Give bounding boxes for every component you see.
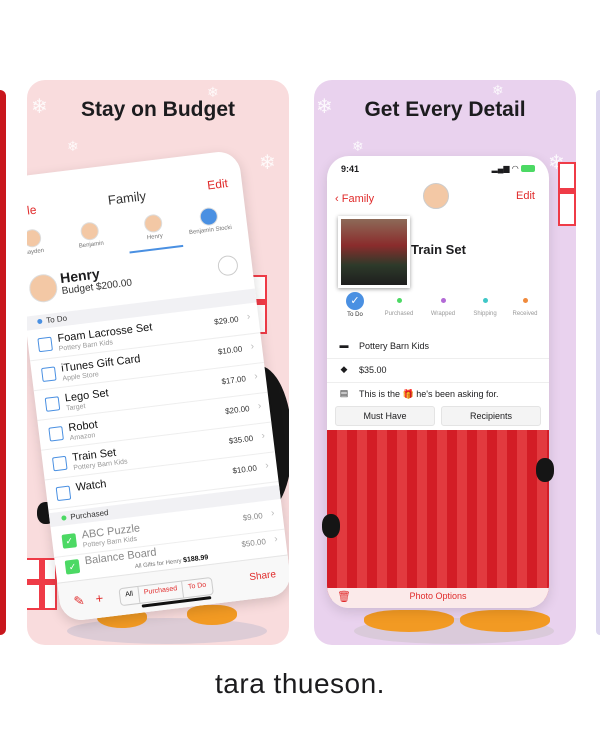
recipient-check-button[interactable]: [216, 254, 240, 277]
penguin-hand: [536, 458, 554, 482]
avatar: [423, 183, 449, 209]
signal-wifi-battery-icon: ▂▄▆ ◠: [492, 164, 535, 173]
checkbox[interactable]: [41, 366, 57, 383]
store-icon: ▬: [339, 340, 349, 350]
price-row[interactable]: ◆ $35.00: [327, 358, 549, 383]
snowflake-icon: ❄: [207, 84, 219, 100]
card-get-every-detail: Get Every Detail ❄ ❄ ❄ ❄ 9:41 ▂▄▆ ◠ ‹ Fa…: [314, 80, 576, 645]
previous-card-edge: [0, 90, 6, 635]
person-tab[interactable]: Hayden: [27, 226, 61, 258]
card-title: Get Every Detail: [364, 98, 526, 121]
action-buttons: Must Have Recipients: [335, 406, 541, 426]
checkmark-icon: ✓: [346, 292, 364, 310]
avatar: [79, 221, 100, 242]
edit-button[interactable]: Edit: [516, 190, 535, 202]
recipients-button[interactable]: Recipients: [441, 406, 541, 426]
snowflake-icon: ❄: [259, 152, 276, 174]
snowflake-icon: ❄: [67, 138, 79, 154]
add-icon[interactable]: +: [95, 590, 104, 606]
next-card-edge: [596, 90, 600, 635]
credit-text: tara thueson.: [215, 668, 385, 699]
phone-gift-list-screen: ople Family Edit Hayden Benjamin Henry B…: [27, 149, 289, 623]
checkbox[interactable]: [51, 455, 68, 472]
bottom-bar: 🗑 Photo Options: [327, 588, 549, 608]
person-tab-selected[interactable]: Henry: [125, 211, 182, 243]
avatar: [143, 213, 164, 234]
checkbox[interactable]: [55, 485, 72, 502]
snowflake-icon: ❄: [316, 96, 333, 118]
status-wrapped[interactable]: Wrapped: [421, 292, 465, 317]
status-todo[interactable]: ✓ To Do: [333, 292, 377, 318]
checkbox[interactable]: [37, 336, 53, 353]
store-row[interactable]: ▬ Pottery Barn Kids: [327, 334, 549, 359]
gift-box-icon: [558, 162, 576, 226]
snowflake-icon: ❄: [492, 82, 504, 98]
item-photo[interactable]: [338, 216, 410, 288]
card-stay-on-budget: Stay on Budget ❄ ❄ ❄ ❄ ❄ ✿ ople Family E…: [27, 80, 289, 645]
chevron-right-icon: ›: [253, 370, 259, 383]
chevron-right-icon: ›: [260, 430, 266, 442]
penguin-hand: [322, 514, 340, 538]
avatar: [198, 206, 219, 227]
status-selector: ✓ To Do Purchased Wrapped Shipping Receiv…: [327, 292, 549, 332]
gift-box-icon: [27, 558, 57, 610]
snowflake-icon: ❄: [31, 96, 48, 118]
photo-options-button[interactable]: Photo Options: [327, 591, 549, 601]
status-purchased[interactable]: Purchased: [377, 292, 421, 317]
edit-button[interactable]: Edit: [206, 176, 228, 192]
penguin-foot: [187, 605, 237, 625]
avatar: [27, 228, 43, 249]
note-icon: ▤: [339, 388, 349, 398]
segment-todo[interactable]: To Do: [182, 578, 212, 597]
must-have-button[interactable]: Must Have: [335, 406, 435, 426]
phone-item-detail-screen: 9:41 ▂▄▆ ◠ ‹ Family Edit Train Set ✓ To D…: [327, 156, 549, 608]
penguin-foot: [364, 610, 454, 632]
person-tab[interactable]: Benjamin Stocki: [181, 204, 238, 236]
note-row[interactable]: ▤ This is the 🎁 he's been asking for.: [327, 382, 549, 406]
checkbox[interactable]: [48, 425, 64, 442]
curtain-decoration: [327, 430, 549, 600]
share-button[interactable]: Share: [249, 569, 277, 583]
person-tab[interactable]: Benjamin: [62, 219, 119, 251]
item-name: Train Set: [411, 242, 466, 257]
tag-icon: ◆: [340, 364, 348, 374]
status-time: 9:41: [341, 164, 360, 174]
snowflake-icon: ❄: [352, 138, 364, 154]
chevron-right-icon: ›: [264, 460, 270, 472]
status-bar: 9:41 ▂▄▆ ◠: [341, 164, 535, 176]
checkbox[interactable]: [44, 396, 61, 412]
status-received[interactable]: Received: [503, 292, 547, 317]
compose-icon[interactable]: ✎: [73, 593, 86, 610]
chevron-right-icon: ›: [246, 311, 251, 323]
penguin-foot: [460, 610, 550, 632]
chevron-right-icon: ›: [249, 341, 255, 353]
chevron-right-icon: ›: [257, 400, 262, 412]
status-shipping[interactable]: Shipping: [463, 292, 507, 317]
checkbox-checked[interactable]: ✓: [61, 533, 78, 549]
card-title: Stay on Budget: [80, 98, 235, 121]
chevron-right-icon: ›: [273, 533, 279, 545]
shadow: [67, 618, 267, 644]
segment-all[interactable]: All: [119, 586, 141, 606]
chevron-right-icon: ›: [270, 507, 276, 520]
back-button[interactable]: ‹ Family: [335, 193, 374, 205]
avatar: [27, 272, 59, 304]
